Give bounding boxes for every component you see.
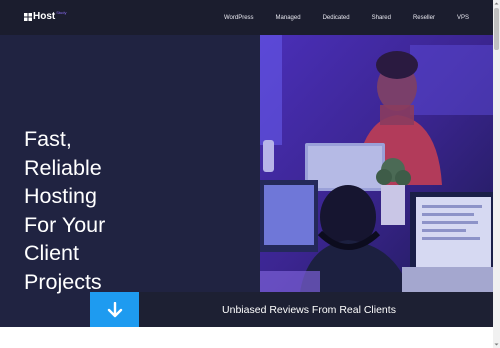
nav-dedicated[interactable]: Dedicated — [323, 15, 350, 21]
arrow-down-icon — [107, 301, 122, 317]
nav-wordpress[interactable]: WordPress — [224, 15, 254, 21]
nav-managed[interactable]: Managed — [276, 15, 301, 21]
top-navbar: Host Study WordPress Managed Dedicated S… — [0, 0, 493, 35]
hero-photo-illustration — [260, 35, 493, 292]
hero-title-line: Client — [24, 241, 79, 266]
hero-title: Fast, Reliable Hosting For Your Client P… — [24, 125, 224, 297]
logo-sup: Study — [56, 10, 67, 15]
scroll-down-arrow-icon[interactable] — [494, 342, 499, 347]
scroll-down-button[interactable] — [90, 292, 139, 327]
hero-title-line: For Your — [24, 212, 106, 237]
reviews-cta-text: Unbiased Reviews From Real Clients — [222, 303, 396, 316]
site-logo[interactable]: Host Study — [24, 10, 67, 22]
hero-title-line: Fast, — [24, 127, 72, 151]
scroll-up-arrow-icon[interactable] — [494, 1, 499, 6]
nav-shared[interactable]: Shared — [372, 15, 391, 21]
reviews-cta-bar[interactable]: Unbiased Reviews From Real Clients — [90, 292, 493, 327]
logo-text: Host — [33, 11, 56, 22]
hero-panel: Fast, Reliable Hosting For Your Client P… — [0, 35, 260, 327]
hero-photo-coworkers-laptops — [260, 35, 493, 292]
hero-title-line: Reliable — [24, 155, 102, 180]
nav-reseller[interactable]: Reseller — [413, 15, 435, 21]
grid-logo-icon — [24, 12, 32, 21]
scrollbar-thumb[interactable] — [494, 8, 499, 50]
nav-vps[interactable]: VPS — [457, 15, 469, 21]
hero-title-line: Hosting — [24, 184, 97, 209]
page-scrollbar[interactable] — [493, 0, 500, 348]
main-nav: WordPress Managed Dedicated Shared Resel… — [202, 0, 469, 35]
